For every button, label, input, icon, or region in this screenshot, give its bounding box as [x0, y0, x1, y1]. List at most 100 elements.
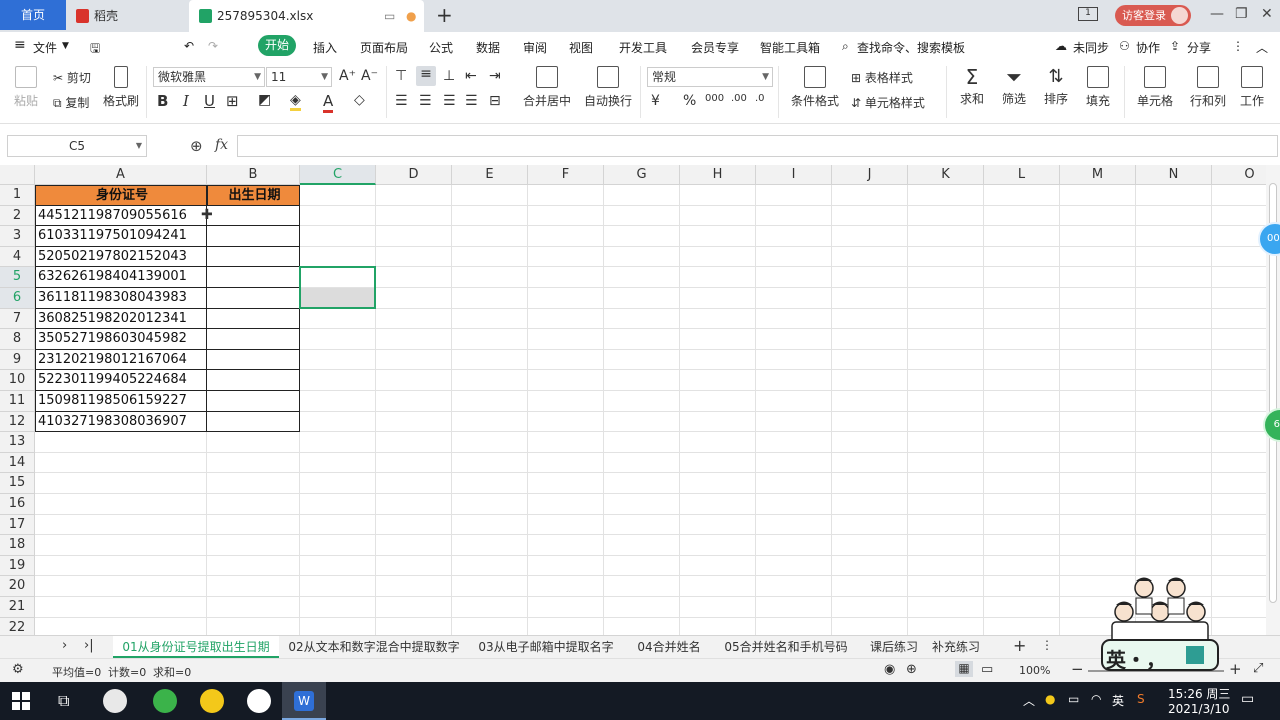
cell[interactable]	[300, 349, 376, 371]
cell[interactable]	[528, 246, 604, 268]
cell[interactable]	[1136, 391, 1212, 412]
cell[interactable]	[207, 555, 300, 577]
cell[interactable]	[376, 205, 452, 227]
cell[interactable]	[604, 576, 680, 597]
cell[interactable]	[452, 185, 528, 206]
cell[interactable]	[680, 226, 756, 247]
cell[interactable]	[984, 452, 1060, 474]
cell[interactable]	[528, 617, 604, 635]
paste-button[interactable]: 粘贴	[11, 66, 41, 109]
id-cell[interactable]: 632626198404139001	[35, 267, 207, 288]
cell[interactable]	[832, 597, 908, 618]
cell[interactable]	[452, 370, 528, 391]
cell[interactable]	[1060, 288, 1136, 309]
cell[interactable]	[680, 494, 756, 515]
cell[interactable]	[1136, 473, 1212, 494]
cell[interactable]	[984, 205, 1060, 227]
sheet-tab-03[interactable]: 03从电子邮箱中提取名字	[470, 636, 622, 658]
tray-battery-icon[interactable]: ▭	[1068, 692, 1079, 706]
cell[interactable]	[300, 391, 376, 412]
cell[interactable]	[300, 452, 376, 474]
cell[interactable]	[1060, 411, 1136, 433]
cell[interactable]	[604, 432, 680, 453]
cell[interactable]	[832, 205, 908, 227]
tab-docer[interactable]: 稻壳	[66, 0, 188, 32]
zoom-out-icon[interactable]: −	[1071, 660, 1084, 678]
cell[interactable]	[680, 288, 756, 309]
cell[interactable]	[1212, 494, 1266, 515]
cell[interactable]	[376, 370, 452, 391]
cell[interactable]	[1212, 556, 1266, 577]
cell[interactable]	[35, 535, 207, 556]
cell[interactable]	[528, 205, 604, 227]
cell[interactable]	[756, 452, 832, 474]
cell[interactable]	[1060, 329, 1136, 350]
cell[interactable]	[376, 617, 452, 635]
cell[interactable]	[604, 514, 680, 536]
table-style-button[interactable]: ⊞ 表格样式	[851, 69, 913, 86]
column-header-a[interactable]: A	[35, 165, 207, 185]
cell[interactable]	[1060, 226, 1136, 247]
cell[interactable]	[528, 535, 604, 556]
cell[interactable]	[207, 432, 300, 453]
cell[interactable]	[376, 226, 452, 247]
menu-review[interactable]: 审阅	[523, 39, 547, 56]
new-tab-icon[interactable]: +	[436, 4, 453, 26]
save-icon[interactable]: 🖫	[90, 39, 100, 60]
cell[interactable]	[1060, 205, 1136, 227]
percent-icon[interactable]: %	[683, 93, 696, 109]
cell[interactable]	[1136, 349, 1212, 371]
cell[interactable]	[1212, 267, 1266, 288]
ime-indicator[interactable]: 英	[1112, 692, 1124, 709]
cell[interactable]	[528, 226, 604, 247]
wps-taskbar-item[interactable]: W	[282, 682, 326, 720]
menu-formulas[interactable]: 公式	[429, 39, 453, 56]
cell[interactable]	[756, 473, 832, 494]
cell[interactable]	[908, 617, 984, 635]
cell[interactable]	[832, 576, 908, 597]
justify-icon[interactable]: ☰	[465, 93, 478, 109]
highlight-icon[interactable]: ◈	[290, 92, 301, 111]
close-icon[interactable]: ✕	[1261, 6, 1273, 22]
cell[interactable]	[1060, 391, 1136, 412]
active-cell-selection[interactable]	[299, 266, 376, 309]
clock-time[interactable]: 15:26 周三	[1168, 685, 1230, 702]
zoom-level[interactable]: 100%	[1019, 664, 1050, 677]
cell[interactable]	[452, 349, 528, 371]
cell[interactable]	[300, 617, 376, 635]
cell[interactable]	[528, 597, 604, 618]
cell[interactable]	[908, 391, 984, 412]
row-header-4[interactable]: 4	[0, 246, 35, 268]
cell[interactable]	[756, 597, 832, 618]
menu-view[interactable]: 视图	[569, 39, 593, 56]
birthdate-cell[interactable]	[207, 411, 300, 433]
row-header-22[interactable]: 22	[0, 617, 35, 635]
cell[interactable]	[300, 411, 376, 433]
cell[interactable]	[604, 494, 680, 515]
row-header-8[interactable]: 8	[0, 329, 35, 350]
cell[interactable]	[604, 288, 680, 309]
cell[interactable]	[1060, 452, 1136, 474]
sort-button[interactable]: ⇅ 排序	[1039, 64, 1073, 107]
qq-icon[interactable]	[247, 689, 271, 713]
cell[interactable]	[300, 226, 376, 247]
cell[interactable]	[376, 308, 452, 330]
cell[interactable]	[604, 226, 680, 247]
id-cell[interactable]: 361181198308043983	[35, 288, 207, 309]
cell[interactable]	[604, 391, 680, 412]
cell[interactable]	[1136, 246, 1212, 268]
cell[interactable]	[207, 535, 300, 556]
cell[interactable]	[376, 267, 452, 288]
zoom-in-icon[interactable]: +	[1229, 660, 1242, 678]
sheet-prev-icon[interactable]: ›	[62, 638, 67, 653]
fill-color-icon[interactable]: ◩	[258, 92, 271, 108]
tab-window-icon[interactable]: ▭	[384, 0, 395, 32]
cell[interactable]	[756, 494, 832, 515]
status-settings-icon[interactable]: ⚙	[12, 662, 24, 677]
clear-format-icon[interactable]: ◇	[354, 92, 365, 108]
cell[interactable]	[1136, 370, 1212, 391]
cell[interactable]	[1060, 185, 1136, 206]
cell[interactable]	[35, 514, 207, 536]
cell[interactable]	[528, 411, 604, 433]
copy-button[interactable]: ⧉ 复制	[53, 94, 89, 111]
